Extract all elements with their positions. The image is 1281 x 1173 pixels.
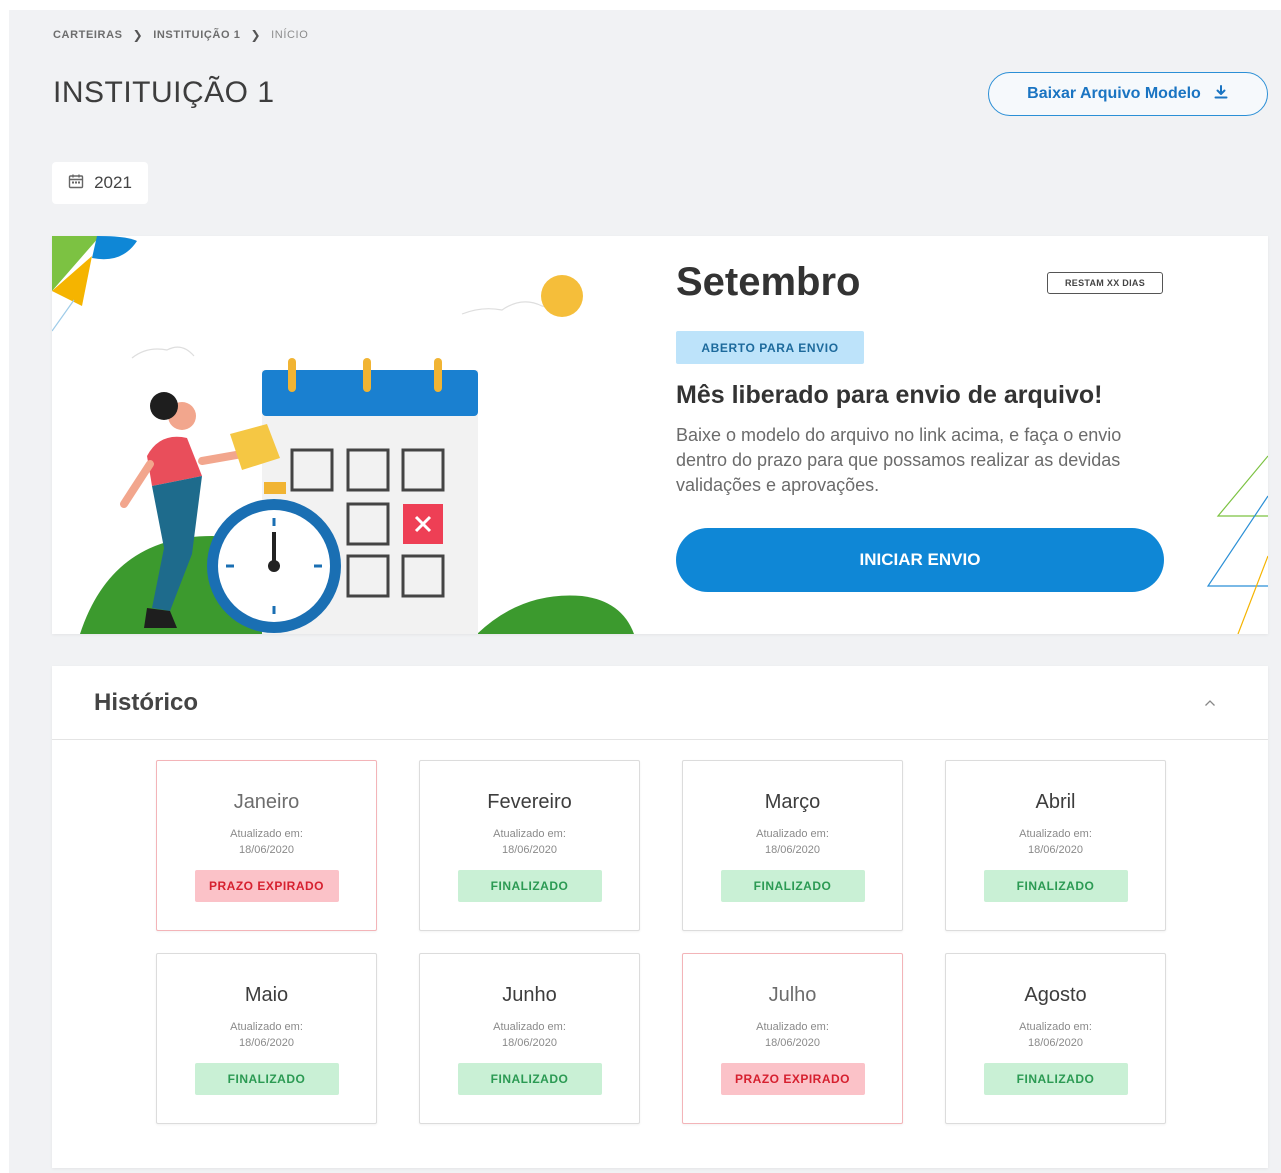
history-header[interactable]: Histórico — [52, 666, 1268, 740]
chevron-right-icon: ❯ — [250, 28, 262, 42]
hero-description: Baixe o modelo do arquivo no link acima,… — [676, 425, 1122, 495]
status-badge: FINALIZADO — [457, 1063, 602, 1095]
current-month-card: Setembro RESTAM XX DIAS ABERTO PARA ENVI… — [52, 236, 1268, 634]
chevron-up-icon[interactable] — [1200, 693, 1220, 713]
month-name: Janeiro — [233, 791, 300, 813]
year-selector[interactable]: 2021 — [52, 162, 148, 204]
month-card[interactable]: Fevereiro Atualizado em: 18/06/2020 FINA… — [419, 760, 640, 931]
updated-label: Atualizado em: — [756, 1021, 829, 1033]
status-badge: FINALIZADO — [720, 870, 865, 902]
status-badge: FINALIZADO — [194, 1063, 339, 1095]
month-card[interactable]: Julho Atualizado em: 18/06/2020 PRAZO EX… — [682, 953, 903, 1124]
updated-date: 18/06/2020 — [1027, 844, 1084, 856]
updated-date: 18/06/2020 — [238, 844, 295, 856]
status-badge: FINALIZADO — [983, 870, 1128, 902]
updated-label: Atualizado em: — [1019, 1021, 1092, 1033]
page: CARTEIRAS ❯ INSTITUIÇÃO 1 ❯ INÍCIO INSTI… — [9, 10, 1281, 1173]
month-card[interactable]: Janeiro Atualizado em: 18/06/2020 PRAZO … — [156, 760, 377, 931]
download-button-label: Baixar Arquivo Modelo — [1027, 85, 1201, 102]
history-panel: Histórico Janeiro Atualizado em: 18/06/2… — [52, 666, 1268, 1168]
calendar-illustration — [52, 236, 634, 634]
updated-label: Atualizado em: — [493, 828, 566, 840]
month-name: Abril — [1035, 791, 1076, 813]
status-badge: FINALIZADO — [983, 1063, 1128, 1095]
month-card[interactable]: Março Atualizado em: 18/06/2020 FINALIZA… — [682, 760, 903, 931]
history-title: Histórico — [94, 688, 199, 716]
updated-label: Atualizado em: — [493, 1021, 566, 1033]
breadcrumb-item-inicio: INÍCIO — [271, 29, 309, 41]
breadcrumb-item-carteiras[interactable]: CARTEIRAS — [53, 29, 123, 41]
updated-date: 18/06/2020 — [764, 1037, 821, 1049]
month-card[interactable]: Abril Atualizado em: 18/06/2020 FINALIZA… — [945, 760, 1166, 931]
updated-date: 18/06/2020 — [238, 1037, 295, 1049]
month-card[interactable]: Agosto Atualizado em: 18/06/2020 FINALIZ… — [945, 953, 1166, 1124]
month-card[interactable]: Junho Atualizado em: 18/06/2020 FINALIZA… — [419, 953, 640, 1124]
breadcrumb: CARTEIRAS ❯ INSTITUIÇÃO 1 ❯ INÍCIO — [53, 28, 308, 42]
hero-heading: Mês liberado para envio de arquivo! — [676, 381, 1103, 409]
status-badge: PRAZO EXPIRADO — [720, 1063, 865, 1095]
download-template-button[interactable]: Baixar Arquivo Modelo — [988, 72, 1268, 116]
days-left-badge: RESTAM XX DIAS — [1047, 272, 1163, 294]
page-title: INSTITUIÇÃO 1 — [53, 76, 275, 109]
month-name: Maio — [244, 984, 289, 1006]
month-name: Agosto — [1024, 984, 1087, 1006]
breadcrumb-item-instituicao[interactable]: INSTITUIÇÃO 1 — [153, 29, 240, 41]
updated-label: Atualizado em: — [230, 828, 303, 840]
updated-date: 18/06/2020 — [501, 1037, 558, 1049]
history-grid: Janeiro Atualizado em: 18/06/2020 PRAZO … — [156, 760, 1166, 1124]
month-name: Julho — [768, 984, 817, 1006]
year-value: 2021 — [94, 173, 132, 192]
updated-date: 18/06/2020 — [501, 844, 558, 856]
updated-label: Atualizado em: — [1019, 828, 1092, 840]
month-name: Junho — [502, 984, 557, 1006]
download-icon — [1213, 84, 1229, 105]
status-badge: PRAZO EXPIRADO — [194, 870, 339, 902]
decorative-triangles — [1206, 455, 1268, 634]
month-name: Março — [764, 791, 821, 813]
month-card[interactable]: Maio Atualizado em: 18/06/2020 FINALIZAD… — [156, 953, 377, 1124]
chevron-right-icon: ❯ — [132, 28, 144, 42]
status-badge-open: ABERTO PARA ENVIO — [676, 331, 864, 364]
updated-date: 18/06/2020 — [764, 844, 821, 856]
calendar-icon — [68, 173, 84, 194]
month-name: Fevereiro — [487, 791, 572, 813]
status-badge: FINALIZADO — [457, 870, 602, 902]
updated-label: Atualizado em: — [230, 1021, 303, 1033]
current-month-title: Setembro — [676, 260, 861, 304]
updated-label: Atualizado em: — [756, 828, 829, 840]
updated-date: 18/06/2020 — [1027, 1037, 1084, 1049]
start-upload-button[interactable]: INICIAR ENVIO — [676, 528, 1164, 592]
